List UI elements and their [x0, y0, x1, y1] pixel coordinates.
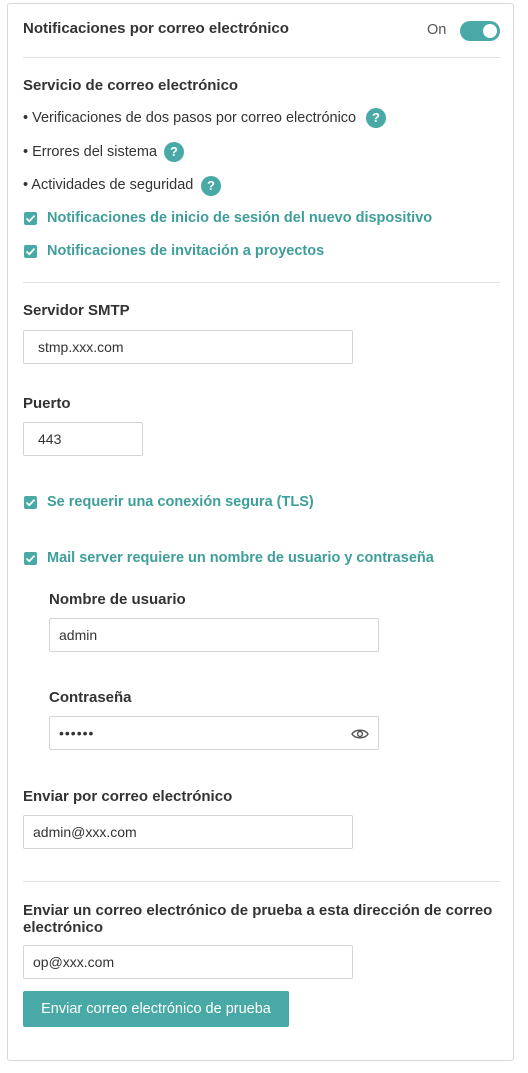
- divider: [23, 282, 500, 283]
- password-value: ••••••: [59, 725, 95, 741]
- help-icon[interactable]: ?: [366, 108, 386, 128]
- checkbox-tls[interactable]: [24, 496, 37, 509]
- check-icon: [25, 214, 36, 223]
- username-input[interactable]: admin: [49, 618, 379, 652]
- checkbox-label-auth[interactable]: Mail server requiere un nombre de usuari…: [47, 550, 434, 566]
- bullet-two-step: • Verificaciones de dos pasos por correo…: [23, 110, 357, 126]
- password-label: Contraseña: [49, 689, 132, 706]
- port-label: Puerto: [23, 395, 71, 412]
- page-title: Notificaciones por correo electrónico: [23, 20, 289, 37]
- sender-label: Enviar por correo electrónico: [23, 788, 233, 805]
- checkbox-label-tls[interactable]: Se requerir una conexión segura (TLS): [47, 494, 314, 510]
- bullet-security: • Actividades de seguridad: [23, 177, 194, 193]
- sender-input[interactable]: admin@xxx.com: [23, 815, 353, 849]
- checkbox-auth[interactable]: [24, 552, 37, 565]
- checkbox-label-new-device[interactable]: Notificaciones de inicio de sesión del n…: [47, 210, 432, 226]
- check-icon: [25, 247, 36, 256]
- help-icon[interactable]: ?: [164, 142, 184, 162]
- smtp-input[interactable]: stmp.xxx.com: [23, 330, 353, 364]
- smtp-label: Servidor SMTP: [23, 302, 130, 319]
- check-icon: [25, 498, 36, 507]
- checkbox-label-project-invite[interactable]: Notificaciones de invitación a proyectos: [47, 243, 324, 259]
- toggle-label: On: [427, 22, 447, 38]
- notifications-toggle[interactable]: [460, 21, 500, 41]
- test-email-input[interactable]: op@xxx.com: [23, 945, 353, 979]
- checkbox-new-device[interactable]: [24, 212, 37, 225]
- username-label: Nombre de usuario: [49, 591, 186, 608]
- toggle-knob: [483, 24, 497, 38]
- help-icon[interactable]: ?: [201, 176, 221, 196]
- divider: [23, 881, 500, 882]
- divider: [23, 57, 500, 58]
- password-input[interactable]: ••••••: [49, 716, 379, 750]
- test-email-label: Enviar un correo electrónico de prueba a…: [23, 902, 493, 936]
- port-input[interactable]: 443: [23, 422, 143, 456]
- section-title: Servicio de correo electrónico: [23, 77, 239, 94]
- eye-icon[interactable]: [351, 728, 369, 740]
- check-icon: [25, 554, 36, 563]
- checkbox-project-invite[interactable]: [24, 245, 37, 258]
- bullet-system-errors: • Errores del sistema: [23, 144, 158, 160]
- send-test-email-button[interactable]: Enviar correo electrónico de prueba: [23, 991, 289, 1027]
